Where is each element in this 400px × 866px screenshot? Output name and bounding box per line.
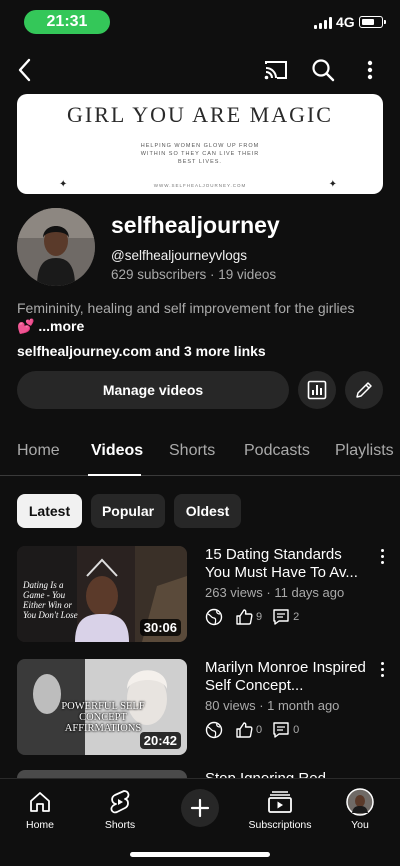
- chip-oldest[interactable]: Oldest: [174, 494, 241, 528]
- shorts-icon: [80, 787, 160, 817]
- comment-count: 2: [293, 611, 300, 623]
- globe-icon[interactable]: [205, 721, 223, 739]
- video-item[interactable]: POWERFUL SELF CONCEPT AFFIRMATIONS 20:42…: [0, 659, 400, 759]
- cast-icon[interactable]: [262, 56, 290, 84]
- tab-podcasts[interactable]: Podcasts: [244, 442, 310, 460]
- video-menu-icon[interactable]: [376, 659, 388, 679]
- nav-you[interactable]: You: [320, 787, 400, 831]
- signal-icon: [314, 17, 332, 29]
- video-menu-icon[interactable]: [376, 546, 388, 566]
- channel-banner: GIRL YOU ARE MAGIC HELPING WOMEN GLOW UP…: [17, 94, 383, 194]
- tab-playlists[interactable]: Playlists: [335, 442, 394, 460]
- chip-popular[interactable]: Popular: [91, 494, 165, 528]
- manage-videos-button[interactable]: Manage videos: [17, 371, 289, 409]
- like-icon[interactable]: [235, 721, 253, 739]
- nav-shorts[interactable]: Shorts: [80, 787, 160, 831]
- nav-label: You: [351, 819, 369, 831]
- video-duration: 20:42: [139, 732, 181, 749]
- channel-stats: 629 subscribers · 19 videos: [111, 267, 277, 282]
- back-icon[interactable]: [11, 56, 39, 84]
- video-duration: 30:06: [139, 619, 181, 636]
- comment-icon[interactable]: [272, 721, 290, 739]
- tab-shorts[interactable]: Shorts: [169, 442, 215, 460]
- search-icon[interactable]: [309, 56, 337, 84]
- banner-url: WWW.SELFHEALJOURNEY.COM: [153, 183, 247, 188]
- analytics-icon: [307, 380, 327, 400]
- video-title[interactable]: Marilyn Monroe Inspired Self Concept...: [205, 659, 367, 695]
- create-icon: [181, 789, 219, 827]
- pencil-icon: [354, 380, 374, 400]
- heart-emoji: 💕: [17, 318, 35, 334]
- channel-links[interactable]: selfhealjourney.com and 3 more links: [17, 343, 266, 359]
- channel-tabs: Home Videos Shorts Podcasts Playlists: [0, 430, 400, 476]
- like-count: 0: [256, 724, 263, 736]
- status-time: 21:31: [24, 10, 110, 34]
- channel-avatar[interactable]: [17, 208, 95, 286]
- status-bar: 21:31 4G: [0, 0, 400, 44]
- thumbnail-caption: POWERFUL SELF CONCEPT AFFIRMATIONS: [61, 701, 145, 734]
- home-indicator[interactable]: [130, 852, 270, 857]
- channel-handle: @selfhealjourneyvlogs: [111, 248, 248, 263]
- active-tab-indicator: [88, 474, 141, 476]
- nav-label: Home: [25, 819, 54, 831]
- video-actions: 9 2: [205, 606, 309, 628]
- chip-latest[interactable]: Latest: [17, 494, 82, 528]
- more-options-icon[interactable]: [356, 56, 384, 84]
- nav-label: Subscriptions: [248, 819, 312, 831]
- channel-name: selfhealjourney: [111, 212, 280, 238]
- nav-label: Shorts: [104, 819, 136, 831]
- nav-subscriptions[interactable]: Subscriptions: [240, 787, 320, 831]
- analytics-button[interactable]: [298, 371, 336, 409]
- video-item[interactable]: Dating Is a Game - You Either Win or You…: [0, 546, 400, 646]
- battery-icon: [359, 16, 386, 28]
- nav-create[interactable]: [160, 787, 240, 827]
- home-icon: [0, 787, 80, 817]
- network-type: 4G: [336, 14, 355, 30]
- video-title[interactable]: 15 Dating Standards You Must Have To Av.…: [205, 546, 367, 582]
- tab-videos[interactable]: Videos: [91, 442, 143, 460]
- subscriptions-icon: [240, 787, 320, 817]
- banner-subtitle: HELPING WOMEN GLOW UP FROM WITHIN SO THE…: [140, 143, 260, 165]
- banner-title: GIRL YOU ARE MAGIC: [67, 102, 333, 127]
- like-icon[interactable]: [235, 608, 253, 626]
- video-thumbnail[interactable]: POWERFUL SELF CONCEPT AFFIRMATIONS 20:42: [17, 659, 187, 755]
- thumbnail-caption: Dating Is a Game - You Either Win or You…: [23, 580, 78, 620]
- video-meta: 80 views · 1 month ago: [205, 698, 340, 713]
- video-thumbnail[interactable]: Dating Is a Game - You Either Win or You…: [17, 546, 187, 642]
- video-meta: 263 views · 11 days ago: [205, 585, 345, 600]
- like-count: 9: [256, 611, 263, 623]
- globe-icon[interactable]: [205, 608, 223, 626]
- tab-home[interactable]: Home: [17, 442, 60, 460]
- channel-description[interactable]: Femininity, healing and self improvement…: [17, 299, 387, 335]
- more-link[interactable]: ...more: [34, 318, 84, 334]
- nav-home[interactable]: Home: [0, 787, 80, 831]
- avatar-icon: [320, 787, 400, 817]
- comment-icon[interactable]: [272, 608, 290, 626]
- edit-channel-button[interactable]: [345, 371, 383, 409]
- video-actions: 0 0: [205, 719, 309, 741]
- top-navigation: [0, 52, 400, 88]
- comment-count: 0: [293, 724, 300, 736]
- description-text: Femininity, healing and self improvement…: [17, 300, 355, 316]
